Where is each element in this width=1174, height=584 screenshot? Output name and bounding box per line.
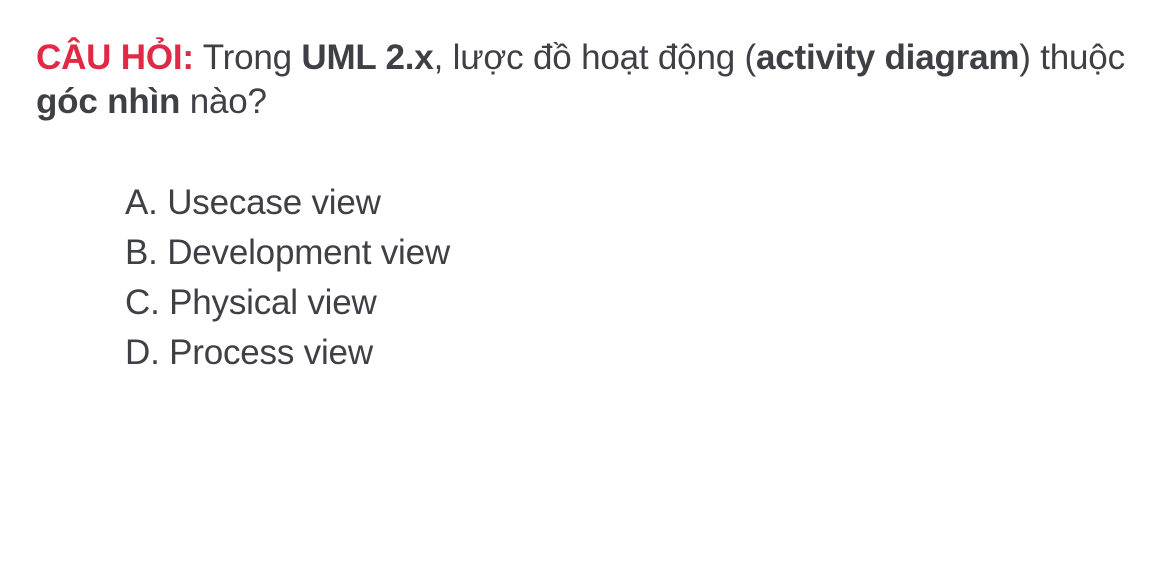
question-part-3: ) thuộc — [1019, 38, 1125, 77]
answer-option-d[interactable]: D. Process view — [125, 328, 450, 378]
question-part-2: , lược đồ hoạt động ( — [433, 38, 757, 77]
answer-option-c[interactable]: C. Physical view — [125, 278, 450, 328]
answer-option-a[interactable]: A. Usecase view — [125, 178, 450, 228]
question-prefix: CÂU HỎI: — [36, 38, 194, 77]
question-emphasis-viewpoint: góc nhìn — [36, 82, 181, 121]
question-part-4: nào? — [180, 82, 267, 121]
question-text: CÂU HỎI: Trong UML 2.x, lược đồ hoạt độn… — [36, 36, 1146, 124]
question-emphasis-uml: UML 2.x — [301, 38, 434, 77]
answer-option-b[interactable]: B. Development view — [125, 228, 450, 278]
question-emphasis-activity-diagram: activity diagram — [755, 38, 1020, 77]
answer-options-list: A. Usecase view B. Development view C. P… — [125, 178, 450, 378]
question-part-1: Trong — [193, 38, 302, 77]
